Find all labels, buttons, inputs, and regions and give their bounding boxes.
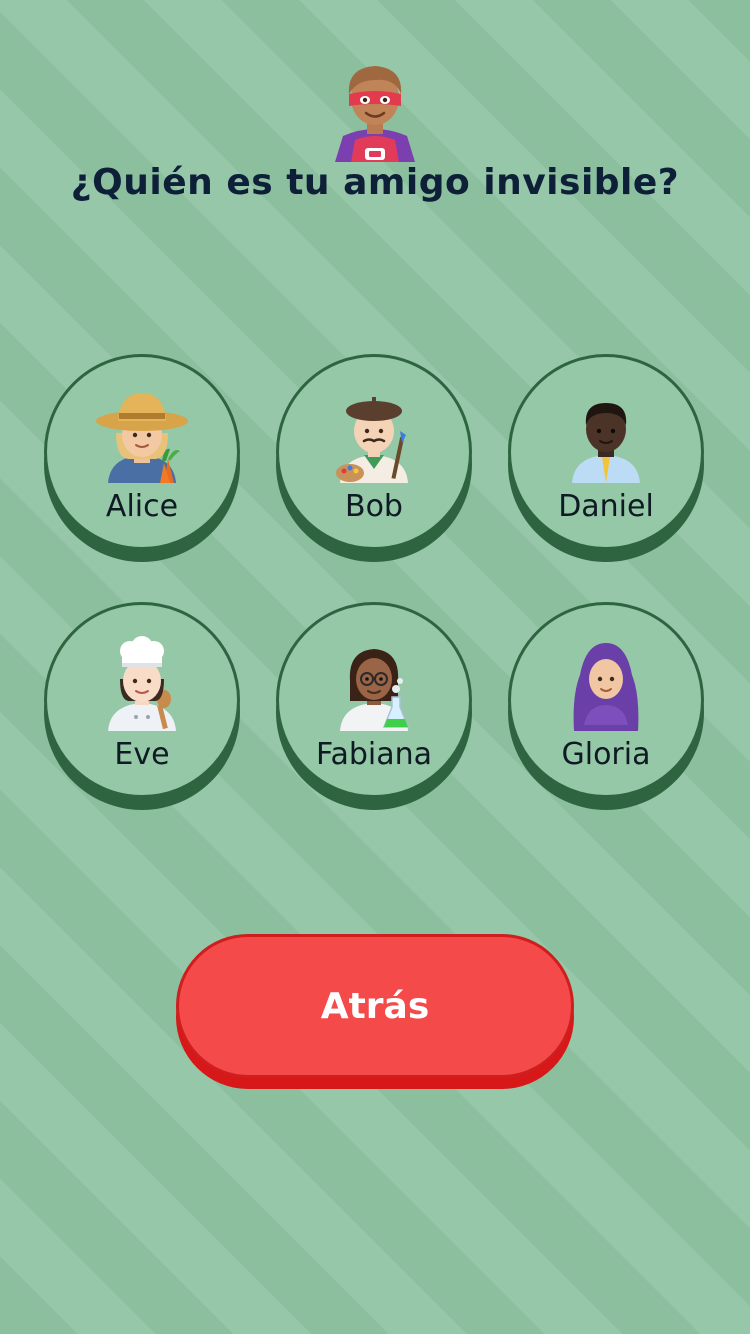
- superhero-header: [0, 58, 750, 162]
- headscarf-woman-icon: [558, 635, 654, 731]
- back-button-label: Atrás: [320, 985, 430, 1027]
- friend-name: Bob: [345, 489, 403, 524]
- friend-option-alice[interactable]: Alice: [44, 354, 240, 550]
- back-button[interactable]: Atrás: [176, 934, 574, 1078]
- friend-name: Alice: [105, 489, 179, 524]
- artist-man-icon: [326, 387, 422, 483]
- scientist-woman-icon: [326, 635, 422, 731]
- friend-name: Daniel: [558, 489, 654, 524]
- office-worker-man-icon: [558, 387, 654, 483]
- page-title: ¿Quién es tu amigo invisible?: [70, 162, 680, 203]
- cook-woman-icon: [94, 635, 190, 731]
- friend-name: Eve: [114, 737, 170, 772]
- friend-option-gloria[interactable]: Gloria: [508, 602, 704, 798]
- friend-option-daniel[interactable]: Daniel: [508, 354, 704, 550]
- friend-option-eve[interactable]: Eve: [44, 602, 240, 798]
- superhero-icon: [335, 66, 415, 162]
- friend-option-fabiana[interactable]: Fabiana: [276, 602, 472, 798]
- friend-name: Gloria: [561, 737, 651, 772]
- farmer-woman-icon: [94, 387, 190, 483]
- friend-name: Fabiana: [315, 737, 433, 772]
- friend-option-bob[interactable]: Bob: [276, 354, 472, 550]
